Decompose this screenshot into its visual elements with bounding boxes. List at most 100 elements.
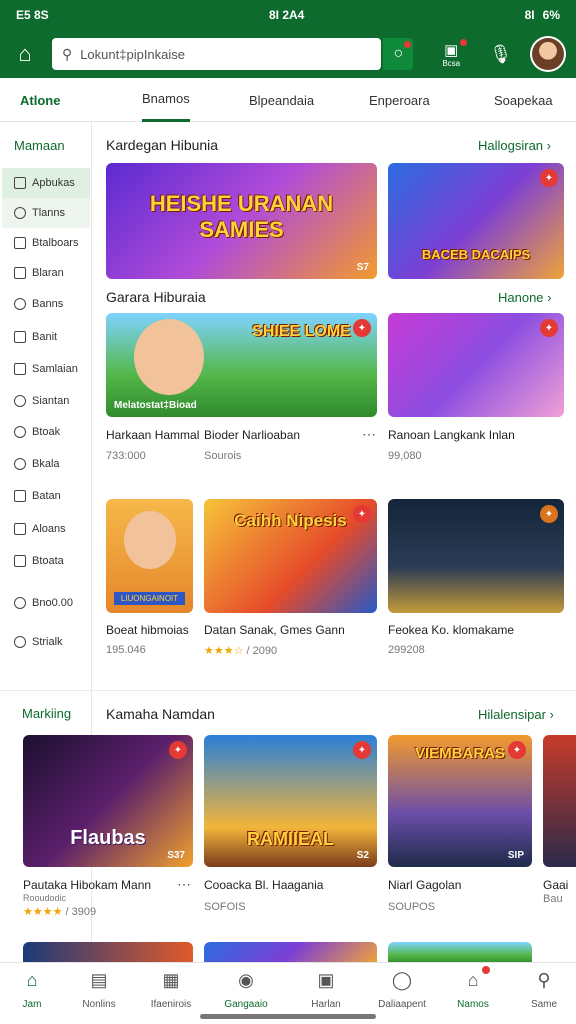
nav-label: Daliaapent [378, 999, 426, 1010]
game-title[interactable]: Cooacka Bl. Haagania [204, 878, 323, 892]
nav-harlan[interactable]: ▣ Harlan [294, 969, 358, 1010]
game-card[interactable]: HEISHE URANAN SAMIES S7 [106, 163, 377, 279]
game-title[interactable]: Feokea Ko. klomakame [388, 623, 514, 637]
nav-nonlins[interactable]: ▤ Nonlins [67, 969, 131, 1010]
sidebar-item-tlanns[interactable]: Tlanns [2, 198, 90, 228]
section-see-all-link[interactable]: Hanone › [498, 290, 552, 305]
rating-stars-icon: ★★★★ [23, 906, 66, 918]
game-title[interactable]: Niarl Gagolan [388, 878, 461, 892]
scan-button[interactable]: ○ [383, 38, 414, 70]
signal-icon: 8I [524, 8, 535, 22]
sidebar-item-banns[interactable]: Banns [2, 289, 90, 319]
nav-label: Harlan [311, 999, 341, 1010]
tab-bnamos[interactable]: Bnamos [142, 78, 190, 122]
game-card[interactable] [388, 942, 532, 964]
sidebar-item-label: Btoata [32, 555, 64, 567]
card-artwork-title: Flaubas [70, 827, 146, 849]
gesture-bar [200, 1014, 376, 1019]
circle-icon [14, 597, 26, 609]
game-card[interactable]: Flaubas S37 ✦ [23, 735, 193, 867]
nav-ifaenirois[interactable]: ▦ Ifaenirois [139, 969, 203, 1010]
tab-soapekaa[interactable]: Soapekaa [494, 78, 553, 122]
nav-label: Nonlins [82, 999, 116, 1010]
pin-icon[interactable]: ✦ [540, 169, 558, 187]
section-title: Garara Hiburaia [106, 289, 206, 305]
sidebar-bottom-title: Markiing [22, 706, 72, 721]
status-bar: E5 8S 8I 2A4 8I 6% [0, 0, 576, 30]
microphone-icon[interactable]: 🎙 [489, 44, 512, 65]
more-options-icon[interactable]: ⋯ [177, 876, 192, 893]
game-card[interactable] [23, 942, 193, 964]
apps-button[interactable]: ▣ Bcsa [433, 36, 469, 72]
nav-same[interactable]: ⚲ Same [512, 969, 576, 1010]
game-card[interactable]: RAMIIEAL S2 ✦ [204, 735, 377, 867]
nav-home[interactable]: ⌂ Jam [0, 969, 64, 1010]
game-title[interactable]: Gaai [543, 878, 568, 892]
sidebar-item-strialk[interactable]: Strialk [2, 627, 90, 657]
game-title[interactable]: Boeat hibmoias [106, 623, 189, 637]
game-card[interactable] [543, 735, 576, 867]
tab-enperoara[interactable]: Enperoara [369, 78, 430, 122]
more-options-icon[interactable]: ⋯ [362, 426, 377, 443]
pin-icon[interactable]: ✦ [353, 319, 371, 337]
notification-dot [482, 966, 490, 974]
pin-icon[interactable]: ✦ [508, 741, 526, 759]
section-see-all-link[interactable]: Hilalensipar › [478, 707, 554, 722]
pin-icon[interactable]: ✦ [353, 505, 371, 523]
home-icon[interactable]: ⌂ [10, 39, 40, 69]
sidebar-item-label: Bkala [32, 458, 60, 470]
check-circle-icon [14, 458, 26, 470]
nav-namos[interactable]: ⌂ Namos [441, 966, 505, 1010]
card-artwork-title: HEISHE URANAN SAMIES [149, 191, 334, 242]
sidebar-item-batan[interactable]: Batan [2, 481, 90, 511]
pin-icon[interactable]: ✦ [540, 319, 558, 337]
game-card[interactable]: LIUONGAINOIT [106, 499, 193, 613]
game-meta: 195.046 [106, 644, 146, 656]
card-artwork-title: BACEB DACAIPS [421, 247, 531, 262]
sidebar-item-aloans[interactable]: Aloans [2, 514, 90, 544]
nav-label: Gangaaio [224, 999, 268, 1010]
pin-icon[interactable]: ✦ [169, 741, 187, 759]
game-meta: / 2090 [246, 645, 278, 657]
game-card[interactable]: Caihh Nipesis ✦ [204, 499, 377, 613]
game-title[interactable]: Bioder Narlioaban [204, 428, 300, 442]
sidebar-item-bkala[interactable]: Bkala [2, 449, 90, 479]
sidebar-item-apbukas[interactable]: Apbukas [2, 168, 90, 198]
game-meta: SOFOIS [204, 901, 246, 913]
game-card[interactable]: VIEMBARAS SIP ✦ [388, 735, 532, 867]
tab-blpeandaia[interactable]: Blpeandaia [249, 78, 314, 122]
avatar[interactable] [530, 36, 566, 72]
game-card[interactable]: BACEB DACAIPS ✦ [388, 163, 564, 279]
sidebar-item-btoak[interactable]: Btoak [2, 417, 90, 447]
sidebar-item-bno[interactable]: Bno0.00 [2, 588, 90, 618]
sidebar-item-label: Aloans [32, 523, 66, 535]
tab-atlone[interactable]: Atlone [20, 78, 60, 122]
section-title: Kardegan Hibunia [106, 137, 219, 153]
sidebar-item-samlaian[interactable]: Samlaian [2, 354, 90, 384]
sidebar-item-banit[interactable]: Banit [2, 322, 90, 352]
card-caption: Melatostat‡Bioad [114, 400, 197, 411]
character-face [134, 319, 204, 395]
game-rating: ★★★★ / 3909 [23, 905, 96, 918]
game-card[interactable]: ✦ [388, 499, 564, 613]
book-icon: ▣ [317, 970, 335, 990]
card-tag: SIP [507, 850, 524, 861]
game-card[interactable]: ✦ [388, 313, 564, 417]
game-title[interactable]: Datan Sanak, Gmes Gann [204, 623, 345, 637]
game-card[interactable]: SHIEE LOME Melatostat‡Bioad ✦ [106, 313, 377, 417]
pin-icon[interactable]: ✦ [353, 741, 371, 759]
game-title[interactable]: Pautaka Hibokam Mann [23, 878, 151, 892]
game-title[interactable]: Harkaan Hammal [106, 428, 199, 442]
nav-gangaaio[interactable]: ◉ Gangaaio [214, 969, 278, 1010]
section-see-all-link[interactable]: Hallogsiran › [478, 138, 551, 153]
sidebar-item-btalboars[interactable]: Btalboars [2, 228, 90, 258]
sidebar-item-label: Blaran [32, 267, 64, 279]
sidebar-item-blaran[interactable]: Blaran [2, 258, 90, 288]
search-input[interactable]: ⚲ Lokunt‡pipInkaise [51, 38, 382, 70]
nav-daliaapent[interactable]: ◯ Daliaapent [370, 969, 434, 1010]
sidebar-item-siantan[interactable]: Siantan [2, 386, 90, 416]
pin-icon[interactable]: ✦ [540, 505, 558, 523]
sidebar-item-btoata[interactable]: Btoata [2, 546, 90, 576]
game-title[interactable]: Ranoan Langkank Inlan [388, 428, 515, 442]
game-card[interactable] [204, 942, 377, 964]
